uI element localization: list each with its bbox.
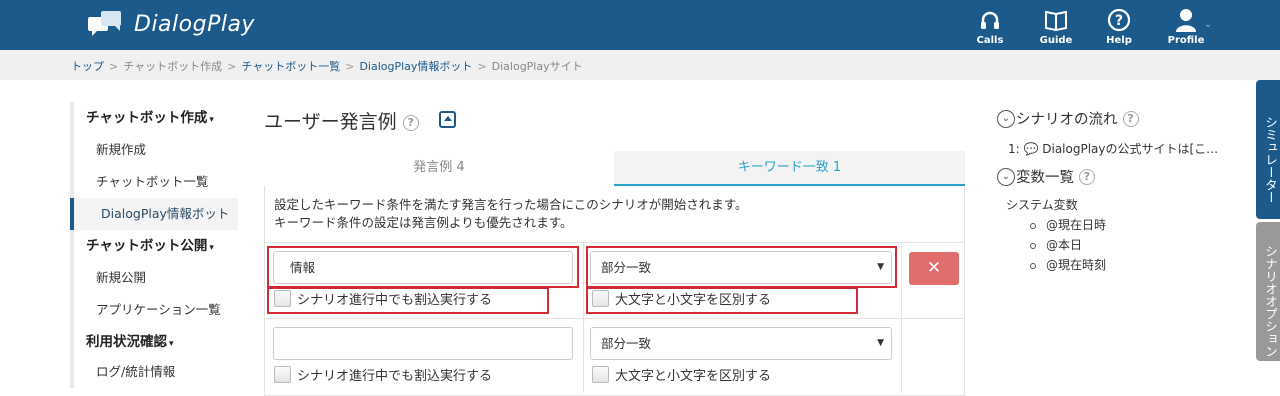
- headset-icon: [981, 11, 999, 29]
- app-logo[interactable]: DialogPlay: [88, 11, 255, 37]
- help-icon[interactable]: ?: [1079, 168, 1095, 185]
- caret-down-icon: ▾: [209, 115, 214, 125]
- checkbox-box[interactable]: [274, 366, 291, 383]
- description: 設定したキーワード条件を満たす発言を行った場合にこのシナリオが開始されます。 キ…: [274, 196, 748, 232]
- section-title: ユーザー発言例 ?: [264, 107, 419, 134]
- sidebar-item-new[interactable]: 新規作成: [70, 134, 238, 166]
- bullet-icon: [1030, 222, 1036, 229]
- breadcrumb-bar: トップ > チャットボット作成 > チャットボット一覧 > DialogPlay情報ボット >…: [0, 50, 1280, 80]
- help-icon[interactable]: ?: [1122, 110, 1139, 127]
- page-title: ユーザー発言例: [264, 111, 397, 133]
- calls-label: Calls: [976, 35, 1004, 46]
- tab-keyword-match[interactable]: キーワード一致 1: [614, 151, 965, 186]
- calls-button[interactable]: Calls: [962, 6, 1018, 46]
- highlight-box: [267, 246, 579, 288]
- match-type-value: 部分一致: [601, 336, 652, 351]
- breadcrumb-current: DialogPlayサイト: [491, 60, 583, 73]
- system-variable-name: @現在日時: [1046, 218, 1107, 232]
- profile-label: Profile: [1167, 35, 1205, 46]
- dropdown-arrow-icon: ▼: [877, 338, 884, 348]
- caret-down-icon: ▾: [169, 339, 174, 349]
- sidebar-section-usage[interactable]: 利用状況確認 ▾: [70, 326, 238, 358]
- book-icon: [1045, 10, 1067, 31]
- description-line: キーワード条件の設定は発言例よりも優先されます。: [274, 215, 573, 230]
- scenario-flow-title: シナリオの流れ: [1016, 112, 1118, 128]
- sidebar-section-label: チャットボット作成: [86, 110, 208, 126]
- scenario-flow-item[interactable]: 1: 💬 DialogPlayの公式サイトは[こ…: [1008, 140, 1218, 157]
- chat-bubbles-icon: [88, 11, 121, 36]
- variables-header[interactable]: ⌄ 変数一覧 ?: [997, 166, 1095, 187]
- chevron-down-icon[interactable]: ⌄: [997, 109, 1015, 128]
- system-variables-label: システム変数: [1006, 198, 1078, 212]
- divider: [901, 243, 902, 393]
- help-icon[interactable]: ?: [402, 114, 419, 131]
- sidebar-section-label: 利用状況確認: [86, 334, 167, 350]
- divider: [265, 242, 965, 243]
- breadcrumb-item[interactable]: トップ: [71, 60, 104, 73]
- guide-label: Guide: [1039, 35, 1073, 46]
- checkbox-label: 大文字と小文字を区別する: [615, 369, 772, 384]
- system-variable-name: @本日: [1046, 238, 1083, 252]
- sidebar-item-new-publish[interactable]: 新規公開: [70, 262, 238, 294]
- match-type-select[interactable]: 部分一致 ▼: [590, 327, 892, 360]
- scenario-flow-header[interactable]: ⌄ シナリオの流れ ?: [997, 108, 1139, 129]
- interrupt-checkbox[interactable]: シナリオ進行中でも割込実行する: [274, 365, 492, 384]
- sidebar-section-create[interactable]: チャットボット作成 ▾: [70, 102, 238, 134]
- sidebar-item-chatbot-list[interactable]: チャットボット一覧: [70, 166, 238, 198]
- variables-title: 変数一覧: [1016, 170, 1074, 186]
- simulator-tab[interactable]: シミュレーター: [1256, 80, 1280, 219]
- breadcrumb-item[interactable]: DialogPlay情報ボット: [359, 60, 472, 73]
- chevron-down-icon[interactable]: ⌄: [997, 167, 1015, 186]
- user-icon: [1176, 9, 1196, 32]
- description-line: 設定したキーワード条件を満たす発言を行った場合にこのシナリオが開始されます。: [274, 197, 748, 212]
- help-button[interactable]: ? Help: [1091, 6, 1147, 46]
- divider: [265, 318, 965, 319]
- highlight-box: [267, 287, 549, 314]
- delete-button[interactable]: ✕: [909, 252, 959, 285]
- case-sensitive-checkbox[interactable]: 大文字と小文字を区別する: [592, 365, 771, 384]
- checkbox-label: シナリオ進行中でも割込実行する: [297, 369, 493, 384]
- sidebar-section-label: チャットボット公開: [86, 238, 208, 254]
- breadcrumb: トップ > チャットボット作成 > チャットボット一覧 > DialogPlay情報ボット >…: [71, 60, 583, 73]
- scenario-options-tab[interactable]: シナリオオプション: [1256, 222, 1280, 361]
- sidebar-item-dialogplay-bot[interactable]: DialogPlay情報ボット: [70, 198, 238, 230]
- breadcrumb-item[interactable]: チャットボット作成: [123, 60, 222, 73]
- top-navbar: DialogPlay Calls Guide ? Help Profile ⌄: [0, 0, 1280, 50]
- checkbox-box[interactable]: [592, 366, 609, 383]
- highlight-box: [586, 246, 897, 288]
- chevron-down-icon[interactable]: ⌄: [1204, 19, 1212, 30]
- sidebar-section-publish[interactable]: チャットボット公開 ▾: [70, 230, 238, 262]
- bullet-icon: [1030, 242, 1036, 249]
- highlight-box: [586, 287, 858, 314]
- sidebar-item-app-list[interactable]: アプリケーション一覧: [70, 294, 238, 326]
- help-label: Help: [1106, 35, 1132, 46]
- keyword-input[interactable]: [273, 327, 573, 360]
- question-icon: ?: [1107, 8, 1131, 32]
- breadcrumb-item[interactable]: チャットボット一覧: [241, 60, 340, 73]
- collapse-icon[interactable]: [439, 111, 456, 128]
- app-name: DialogPlay: [134, 11, 255, 37]
- guide-button[interactable]: Guide: [1028, 6, 1084, 46]
- divider: [583, 243, 584, 393]
- system-variable-name: @現在時刻: [1046, 258, 1107, 272]
- bullet-icon: [1030, 262, 1036, 269]
- sidebar-item-log-stats[interactable]: ログ/統計情報: [70, 356, 238, 388]
- svg-text:?: ?: [1115, 13, 1123, 29]
- tab-examples[interactable]: 発言例 4: [264, 151, 614, 186]
- system-variable-item: @本日: [1030, 236, 1082, 253]
- system-variable-item: @現在時刻: [1030, 256, 1106, 273]
- caret-down-icon: ▾: [209, 243, 214, 253]
- system-variable-item: @現在日時: [1030, 216, 1106, 233]
